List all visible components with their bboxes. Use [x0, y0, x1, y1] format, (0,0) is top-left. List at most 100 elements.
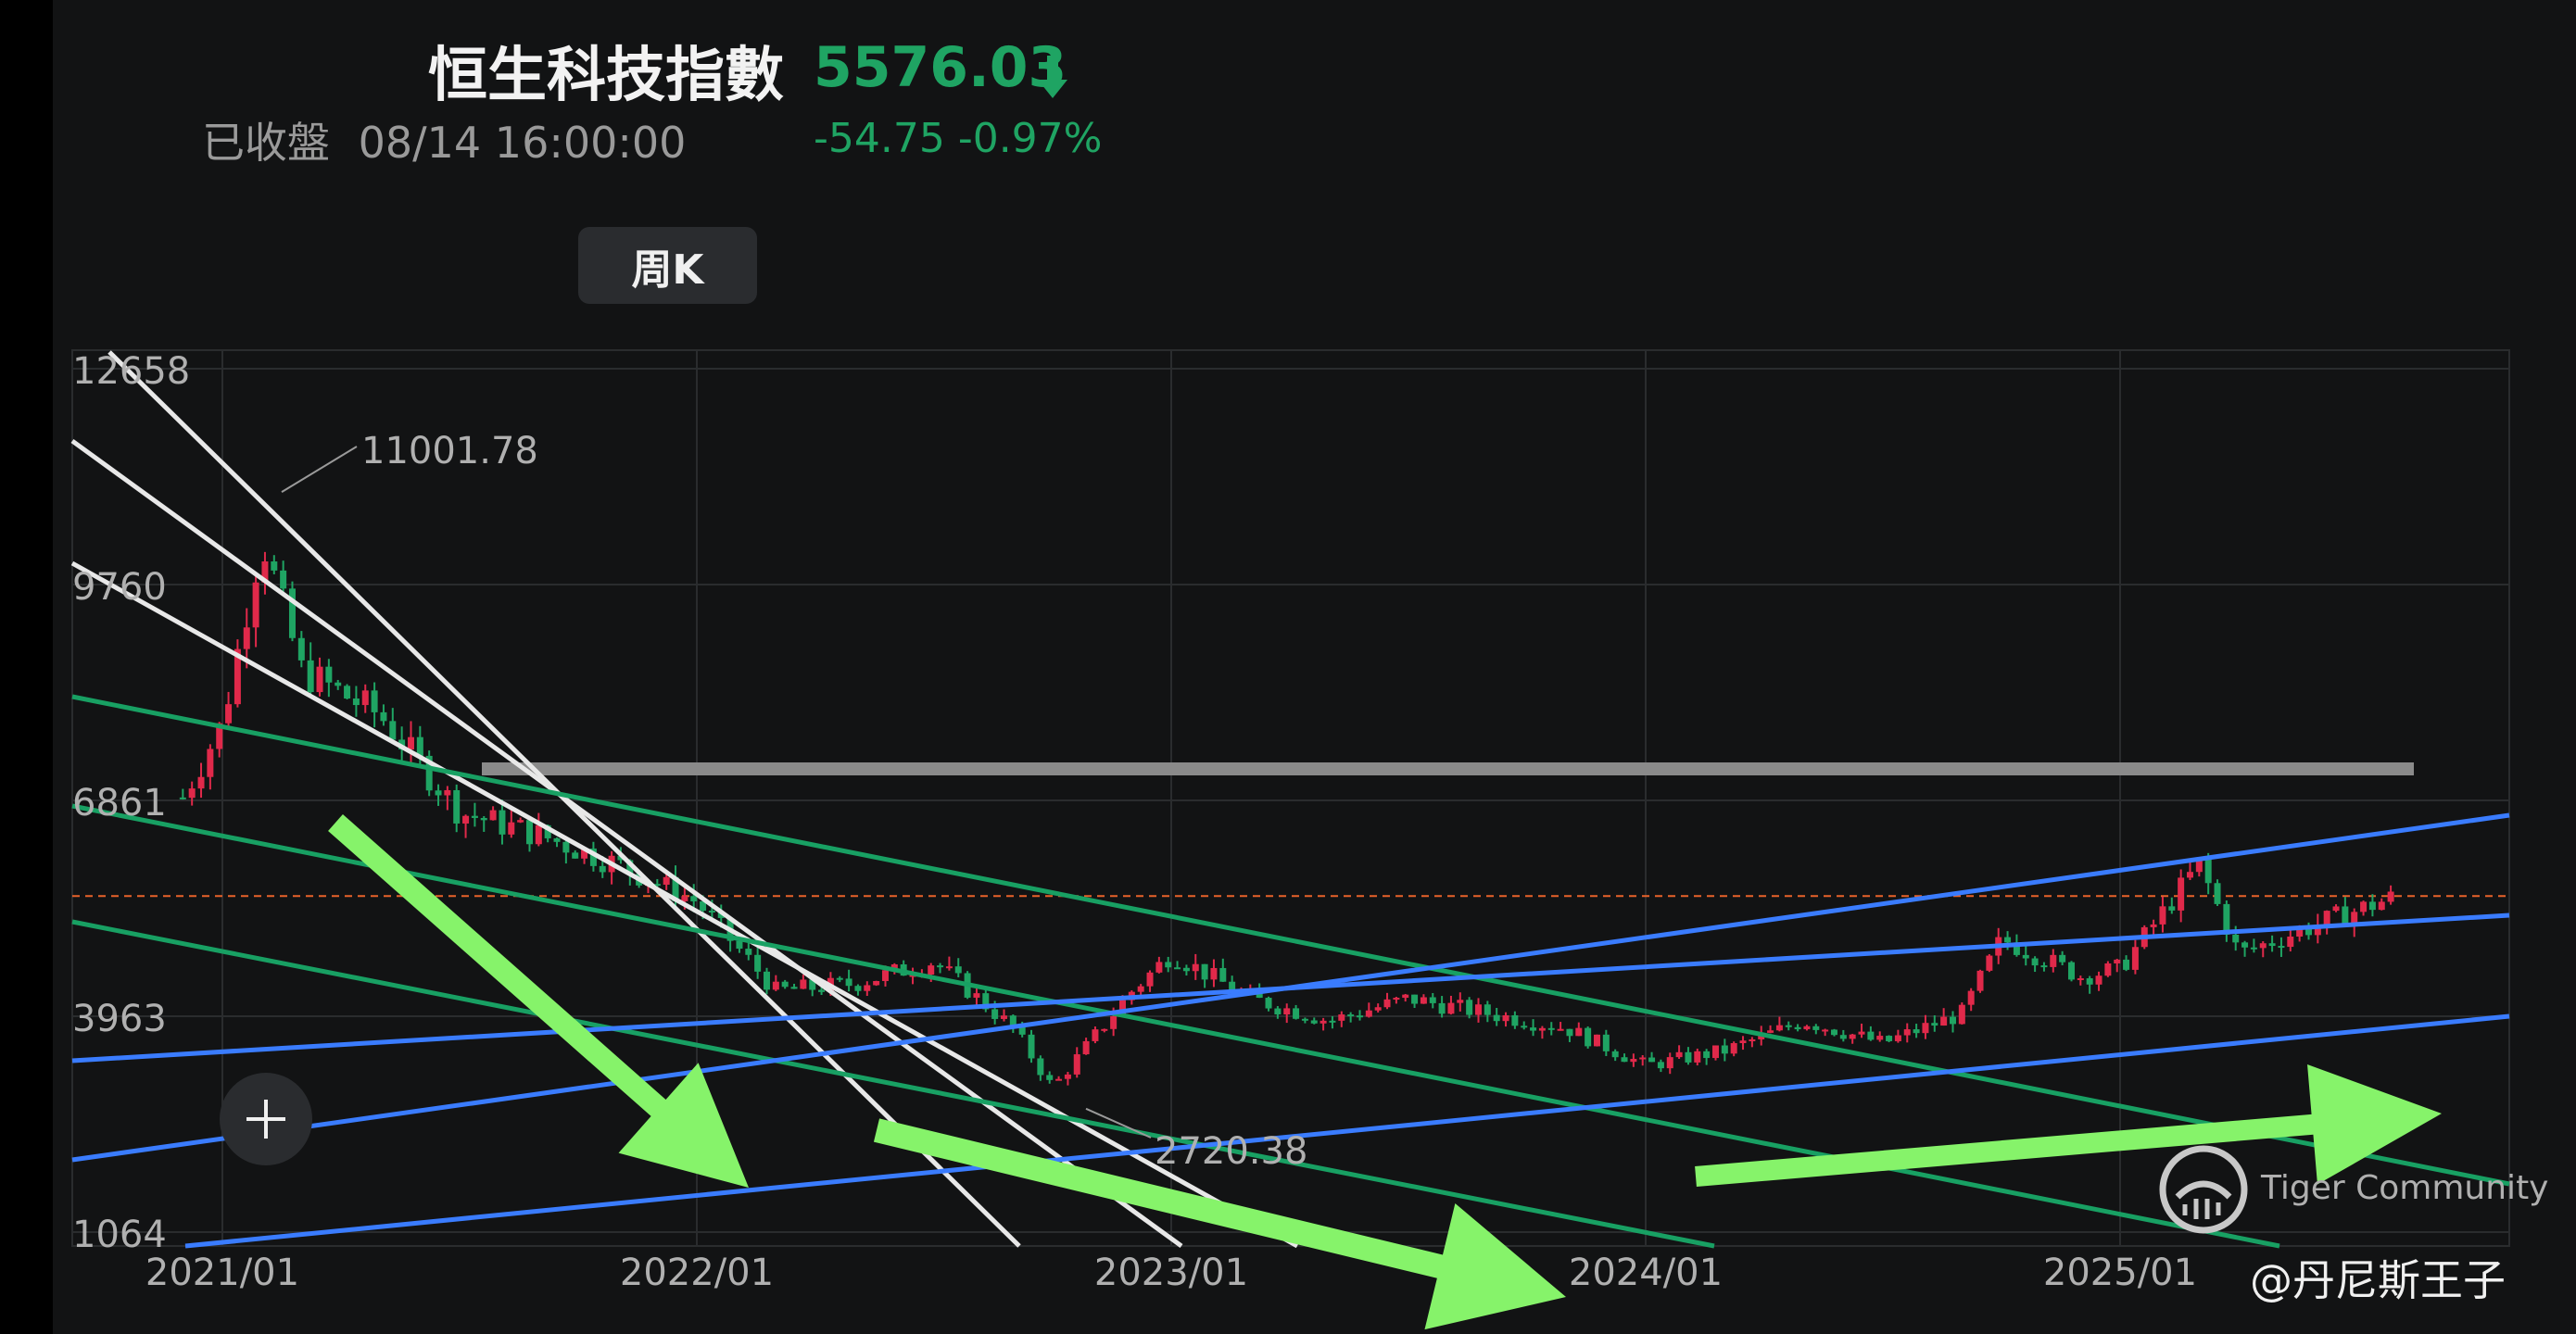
candlestick-chart: 12658 9760 6861 3963 10642021/01 2022/01 2023/…: [70, 349, 2510, 1330]
candle-body: [1721, 1045, 1728, 1054]
candle-body: [225, 704, 233, 724]
candle-body: [1593, 1034, 1600, 1047]
candle-body: [2059, 954, 2066, 963]
y-tick-label: 3963: [72, 998, 167, 1040]
candle-body: [1867, 1031, 1875, 1040]
candle-body: [854, 986, 862, 991]
candle-body: [2159, 906, 2166, 925]
low-label: 2720.38: [1155, 1130, 1307, 1173]
candle-body: [1374, 1007, 1382, 1011]
candle-body: [1283, 1008, 1291, 1015]
candle-body: [271, 561, 278, 571]
candle-body: [344, 686, 351, 699]
candle-body: [2323, 911, 2330, 925]
candle-body: [288, 588, 296, 638]
candle-body: [1383, 999, 1391, 1008]
candle-body: [1447, 1002, 1455, 1014]
candle-body: [2287, 937, 2294, 948]
candle-body: [1703, 1051, 1711, 1059]
candle-body: [2332, 906, 2340, 912]
candle-body: [2040, 965, 2048, 968]
candle-body: [207, 749, 214, 777]
candle-body: [2104, 963, 2112, 976]
candle-body: [599, 865, 606, 873]
candle-body: [1420, 997, 1427, 1004]
candle-body: [1028, 1034, 1035, 1059]
author-tag: @丹尼斯王子: [2250, 1255, 2506, 1305]
candle-body: [297, 637, 305, 661]
candle-body: [1648, 1057, 1656, 1063]
candle-body: [2378, 901, 2385, 911]
candle-body: [525, 820, 533, 845]
candle-body: [2259, 943, 2267, 949]
candle-body: [480, 817, 487, 821]
candle-body: [1274, 1008, 1282, 1015]
candle-body: [708, 911, 715, 913]
candle-body: [361, 690, 369, 706]
candle-body: [1046, 1075, 1054, 1080]
candle-body: [1657, 1062, 1664, 1069]
candle-body: [1711, 1045, 1719, 1059]
candle-body: [1101, 1028, 1108, 1031]
candle-body: [389, 721, 397, 740]
candle-body: [1055, 1078, 1063, 1081]
candle-body: [1685, 1051, 1692, 1063]
candle-body: [1155, 962, 1163, 973]
candle-body: [836, 977, 843, 980]
candle-body: [1192, 963, 1199, 972]
candle-body: [435, 790, 442, 796]
candle-body: [325, 666, 333, 683]
candle-body: [954, 966, 962, 974]
candle-body: [1137, 986, 1144, 992]
candle-body: [1958, 1004, 1965, 1025]
candle-body: [1411, 994, 1419, 1004]
candle-body: [1393, 998, 1400, 1000]
candle-body: [335, 682, 342, 686]
candle-body: [2168, 906, 2176, 911]
candle-body: [1894, 1035, 1901, 1041]
candle-body: [1329, 1020, 1336, 1023]
candle-body: [1730, 1043, 1737, 1054]
candle-body: [2123, 959, 2130, 970]
candle-body: [1000, 1015, 1007, 1019]
candle-body: [1913, 1029, 1920, 1034]
candle-body: [453, 789, 461, 824]
candle-body: [763, 971, 770, 990]
candle-body: [1931, 1023, 1938, 1026]
candle-body: [2022, 954, 2029, 959]
candle-body: [1037, 1058, 1044, 1076]
candle-body: [1429, 997, 1436, 1003]
y-tick-label: 6861: [72, 782, 167, 824]
candle-body: [2031, 958, 2039, 966]
candle-body: [1538, 1027, 1546, 1031]
candle-body: [1210, 967, 1218, 980]
candle-body: [2232, 934, 2240, 943]
candle-body: [1310, 1020, 1318, 1024]
candle-body: [2368, 901, 2376, 911]
candle-body: [1849, 1034, 1856, 1039]
candle-body: [745, 949, 752, 955]
candle-body: [280, 570, 287, 589]
candle-body: [1575, 1027, 1583, 1037]
candle-body: [1073, 1054, 1080, 1075]
candle-body: [928, 965, 935, 975]
candle-body: [416, 736, 423, 756]
candle-body: [1949, 1016, 1956, 1025]
candle-body: [1630, 1059, 1637, 1063]
candle-body: [2204, 857, 2212, 884]
candle-body: [553, 837, 561, 842]
candle-body: [1585, 1027, 1592, 1047]
tiger-logo-icon: [2159, 1145, 2248, 1234]
candle-body: [1301, 1018, 1308, 1021]
candle-body: [736, 940, 743, 950]
candle-body: [197, 776, 205, 789]
candle-body: [1775, 1025, 1783, 1031]
candle-body: [1466, 1000, 1473, 1015]
candle-body: [1739, 1040, 1747, 1044]
add-drawing-button[interactable]: [220, 1073, 312, 1165]
stock-chart-screen: 恒生科技指數 5576.03 已收盤 08/14 16:00:00 -54.75…: [0, 0, 2576, 1334]
y-tick-label: 1064: [72, 1214, 167, 1256]
candle-body: [1566, 1028, 1573, 1037]
candle-body: [1986, 955, 1993, 971]
candle-body: [1484, 1004, 1491, 1015]
